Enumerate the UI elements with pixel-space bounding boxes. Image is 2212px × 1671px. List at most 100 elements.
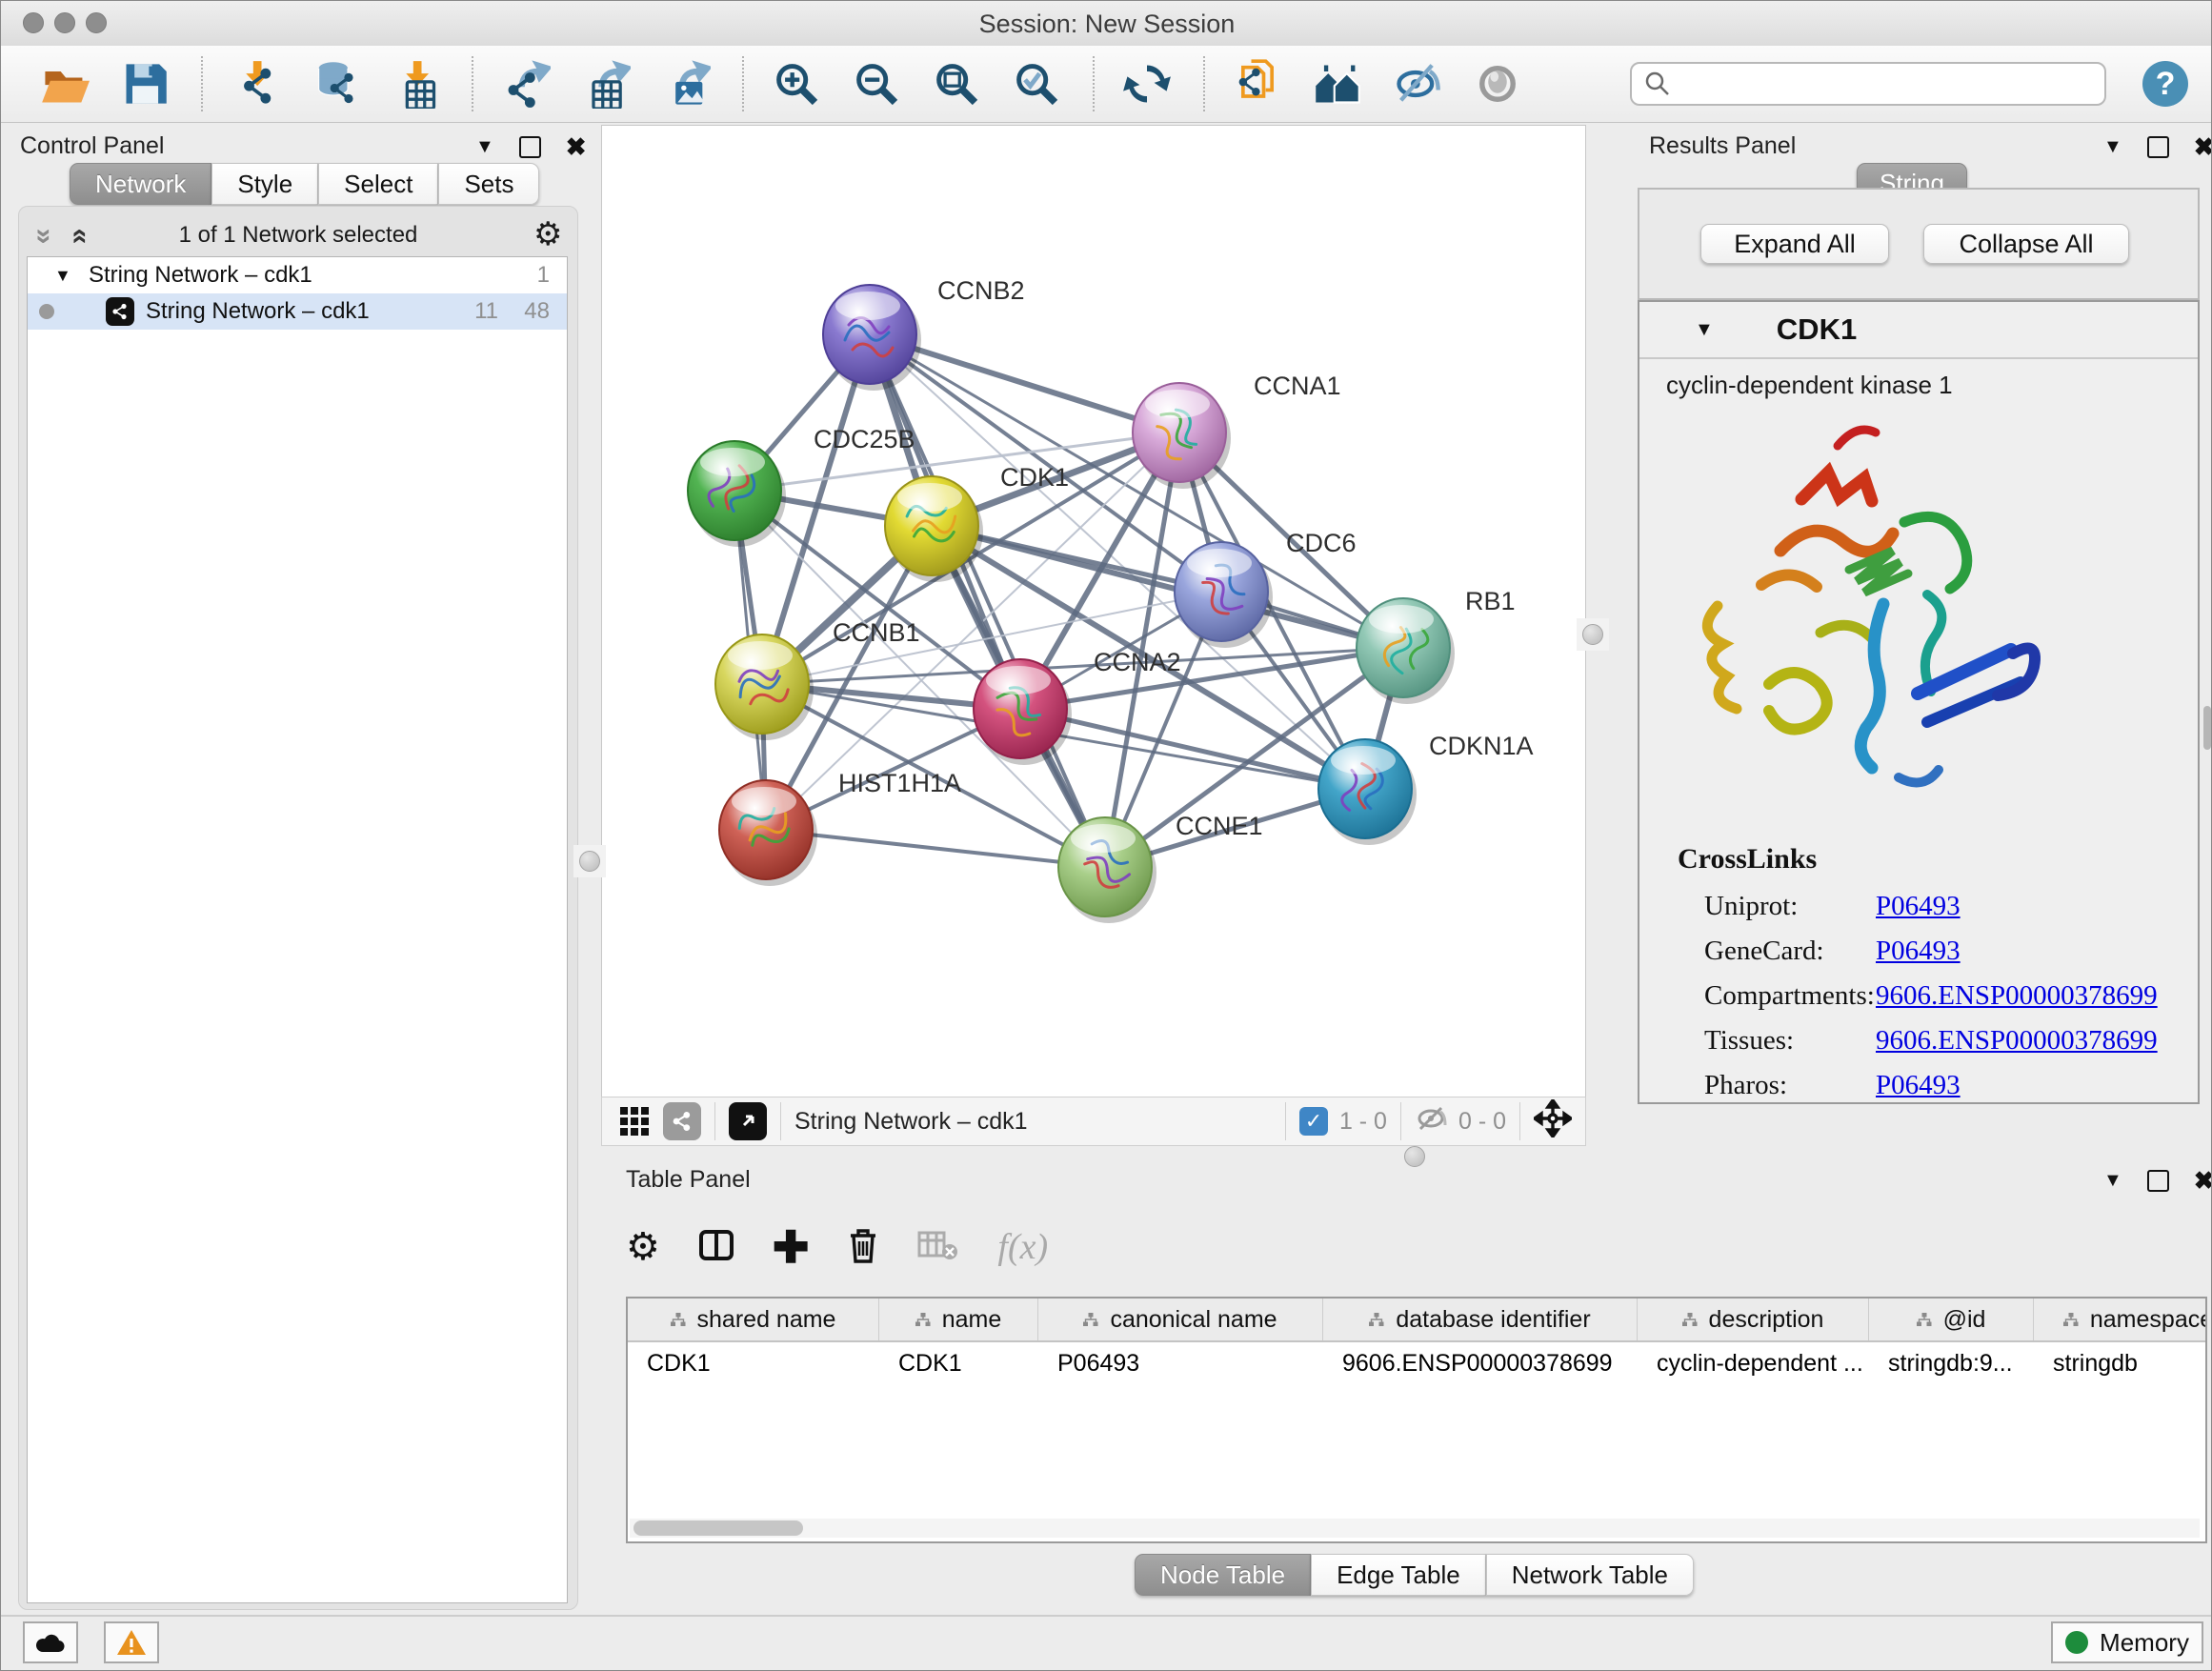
column-header-database-identifier[interactable]: database identifier [1323,1299,1638,1340]
node-CDC25B[interactable] [688,441,786,547]
scrollbar-thumb[interactable] [633,1520,803,1536]
home-icon[interactable] [1310,56,1365,111]
toolbar-separator [742,56,744,111]
paste-network-icon[interactable] [1230,56,1285,111]
zoom-fit-icon[interactable] [929,56,984,111]
save-session-icon[interactable] [117,56,172,111]
zoom-out-icon[interactable] [849,56,904,111]
memory-button[interactable]: Memory [2051,1621,2203,1663]
create-column-icon[interactable]: ✚ [773,1225,810,1269]
crosslink-value-link[interactable]: P06493 [1876,1070,1961,1101]
export-table-icon[interactable] [578,56,633,111]
left-splitter-handle[interactable] [573,845,606,877]
network-options-gear-icon[interactable]: ⚙ [533,218,562,251]
refresh-icon[interactable] [1119,56,1175,111]
crosslink-value-link[interactable]: 9606.ENSP00000378699 [1876,1025,2158,1057]
crosslink-value-link[interactable]: 9606.ENSP00000378699 [1876,980,2158,1012]
column-header--id[interactable]: @id [1869,1299,2034,1340]
collapse-panel-icon[interactable]: ▼ [2103,136,2122,158]
open-session-icon[interactable] [37,56,92,111]
node-CDC6[interactable] [1175,542,1273,648]
string-view-icon[interactable] [663,1102,701,1140]
section-collapse-icon[interactable]: ▼ [1695,319,1714,341]
grid-view-icon[interactable] [615,1102,654,1140]
collapse-all-button[interactable]: Collapse All [1923,224,2129,264]
status-bar: Memory [1,1615,2212,1671]
search-box[interactable] [1630,62,2106,106]
tab-sets[interactable]: Sets [438,163,539,205]
expand-all-button[interactable]: Expand All [1700,224,1889,264]
selected-nodes-checkbox[interactable]: ✓ [1299,1107,1328,1136]
right-splitter-handle[interactable] [1577,618,1609,651]
column-header-namespace[interactable]: namespace [2034,1299,2207,1340]
tab-edge-table[interactable]: Edge Table [1311,1554,1486,1596]
cloud-status-button[interactable] [23,1621,78,1663]
collapse-panel-icon[interactable]: ▼ [2103,1170,2122,1192]
import-network-icon[interactable] [228,56,283,111]
table-options-gear-icon[interactable]: ⚙ [626,1228,660,1266]
network-row-selected[interactable]: String Network – cdk1 11 48 [28,293,567,330]
export-image-icon[interactable] [658,56,714,111]
help-icon[interactable]: ? [2142,61,2188,107]
column-header-canonical-name[interactable]: canonical name [1038,1299,1323,1340]
column-header-description[interactable]: description [1638,1299,1869,1340]
open-in-new-window-icon[interactable] [729,1102,767,1140]
table-row[interactable]: CDK1CDK1P064939606.ENSP00000378699cyclin… [628,1342,2205,1384]
collapse-panel-icon[interactable]: ▼ [475,136,494,158]
edge-CCNA1-CDC25B[interactable] [734,433,1179,491]
horizontal-scrollbar[interactable] [630,1519,2200,1538]
column-header-name[interactable]: name [879,1299,1038,1340]
toolbar-separator [201,56,203,111]
tab-network[interactable]: Network [70,163,211,205]
close-panel-icon[interactable]: ✖ [566,134,587,159]
network-label: String Network – cdk1 [146,298,370,325]
network-canvas[interactable]: CCNB2CCNA1CDC25BCDK1CDC6RB1CCNB1CCNA2CDK… [601,125,1586,1098]
cell[interactable]: stringdb [2034,1342,2207,1384]
node-CDKN1A[interactable] [1318,739,1417,845]
node-CCNA1[interactable] [1133,383,1231,489]
show-columns-icon[interactable] [698,1227,734,1268]
tab-network-table[interactable]: Network Table [1486,1554,1694,1596]
hide-selected-icon[interactable] [1390,56,1445,111]
tab-style[interactable]: Style [211,163,318,205]
window-scrollbar-thumb[interactable] [2203,706,2211,750]
tab-node-table[interactable]: Node Table [1135,1554,1311,1596]
import-from-database-icon[interactable] [308,56,363,111]
network-collection-row[interactable]: ▼ String Network – cdk1 1 [28,257,567,293]
column-header-shared-name[interactable]: shared name [628,1299,879,1340]
toolbar-separator [1093,56,1095,111]
crosslink-value-link[interactable]: P06493 [1876,936,1961,967]
cell[interactable]: CDK1 [879,1342,1038,1384]
export-network-icon[interactable] [498,56,553,111]
zoom-selected-icon[interactable] [1009,56,1064,111]
node-CCNE1[interactable] [1058,817,1156,923]
cell[interactable]: P06493 [1038,1342,1323,1384]
edge-CCNA1-HIST1H1A[interactable] [766,433,1179,830]
crosslink-value-link[interactable]: P06493 [1876,891,1961,922]
network-graph[interactable]: CCNB2CCNA1CDC25BCDK1CDC6RB1CCNB1CCNA2CDK… [602,126,1585,1097]
gene-section-header[interactable]: ▼ CDK1 [1639,302,2198,359]
node-RB1[interactable] [1357,598,1455,704]
node-label-CCNE1: CCNE1 [1176,812,1263,840]
search-input[interactable] [1672,70,2076,98]
node-CDK1[interactable] [885,476,983,582]
float-panel-icon[interactable] [2147,1170,2169,1192]
warning-status-button[interactable] [104,1621,159,1663]
close-panel-icon[interactable]: ✖ [2194,134,2212,159]
tab-select[interactable]: Select [318,163,438,205]
float-panel-icon[interactable] [519,136,541,158]
close-panel-icon[interactable]: ✖ [2194,1168,2212,1193]
cell[interactable]: CDK1 [628,1342,879,1384]
cell[interactable]: cyclin-dependent ... [1638,1342,1869,1384]
edge-RB1-CCNA2[interactable] [1020,648,1403,709]
delete-column-icon[interactable] [847,1226,879,1269]
zoom-in-icon[interactable] [769,56,824,111]
float-panel-icon[interactable] [2147,136,2169,158]
node-HIST1H1A[interactable] [719,780,817,886]
show-eye-icon[interactable] [1470,56,1525,111]
birds-eye-view-icon[interactable] [1534,1099,1572,1144]
cell[interactable]: stringdb:9... [1869,1342,2034,1384]
import-table-icon[interactable] [388,56,443,111]
cell[interactable]: 9606.ENSP00000378699 [1323,1342,1638,1384]
collection-expand-icon[interactable]: ▼ [54,266,71,286]
